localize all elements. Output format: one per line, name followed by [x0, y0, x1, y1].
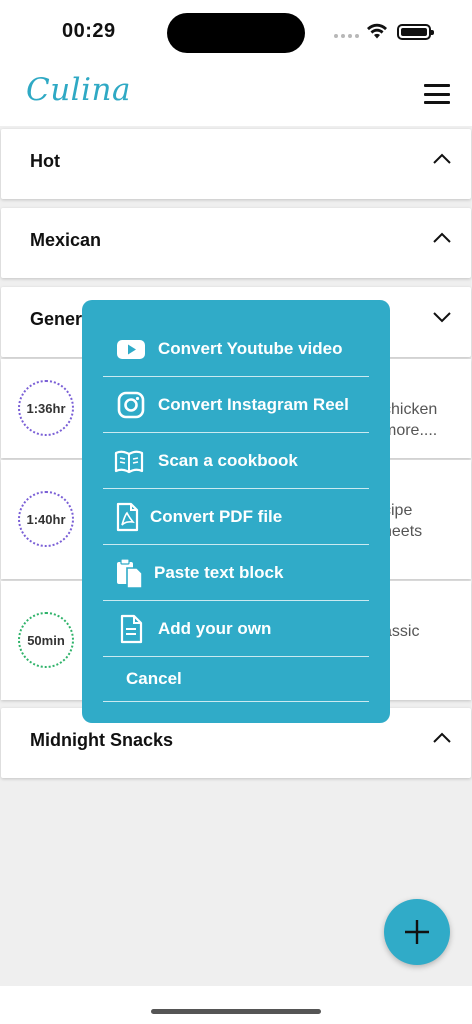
recipe-description: chicken more....: [383, 401, 438, 439]
scan-cookbook-button[interactable]: Scan a cookbook: [103, 433, 369, 489]
dynamic-island: [167, 13, 305, 53]
chevron-down-icon[interactable]: [433, 311, 451, 323]
plus-icon: [405, 920, 429, 944]
convert-youtube-button[interactable]: Convert Youtube video: [103, 321, 369, 377]
paste-text-button[interactable]: Paste text block: [103, 545, 369, 601]
cook-time-badge: 1:36hr: [18, 380, 74, 436]
status-bar: 00:29: [0, 0, 472, 62]
cook-time-badge: 1:40hr: [18, 491, 74, 547]
category-title: Midnight Snacks: [30, 730, 174, 750]
add-your-own-button[interactable]: Add your own: [103, 601, 369, 657]
book-icon: [114, 450, 144, 474]
bottom-safe-area: [0, 986, 472, 1024]
instagram-icon: [117, 391, 145, 419]
chevron-up-icon[interactable]: [433, 153, 451, 165]
category-hot[interactable]: Hot: [1, 129, 471, 199]
chevron-up-icon[interactable]: [433, 232, 451, 244]
youtube-icon: [117, 340, 145, 359]
add-recipe-popup-menu: Convert Youtube video Convert Instagram …: [82, 300, 390, 723]
category-title: Gener: [30, 309, 83, 329]
convert-instagram-button[interactable]: Convert Instagram Reel: [103, 377, 369, 433]
convert-pdf-button[interactable]: Convert PDF file: [103, 489, 369, 545]
cellular-signal-icon: [334, 34, 359, 38]
cancel-button[interactable]: Cancel: [103, 657, 369, 702]
category-title: Mexican: [30, 230, 102, 250]
battery-icon: [397, 24, 434, 40]
add-recipe-fab[interactable]: [384, 899, 450, 965]
app-header: Culina: [0, 62, 472, 126]
app-screen: 00:29 Culina Hot Mexican Gener 1:36hr ch…: [0, 0, 472, 1024]
home-indicator[interactable]: [151, 1009, 321, 1014]
wifi-icon: [367, 23, 387, 39]
cook-time-badge: 50min: [18, 612, 74, 668]
hamburger-menu-icon[interactable]: [424, 84, 450, 104]
pdf-icon: [116, 502, 139, 532]
paste-icon: [117, 558, 143, 589]
category-title: Hot: [30, 151, 60, 171]
app-logo: Culina: [26, 72, 131, 108]
category-mexican[interactable]: Mexican: [1, 208, 471, 278]
status-time: 00:29: [62, 20, 116, 42]
chevron-up-icon[interactable]: [433, 732, 451, 744]
document-icon: [120, 614, 143, 644]
